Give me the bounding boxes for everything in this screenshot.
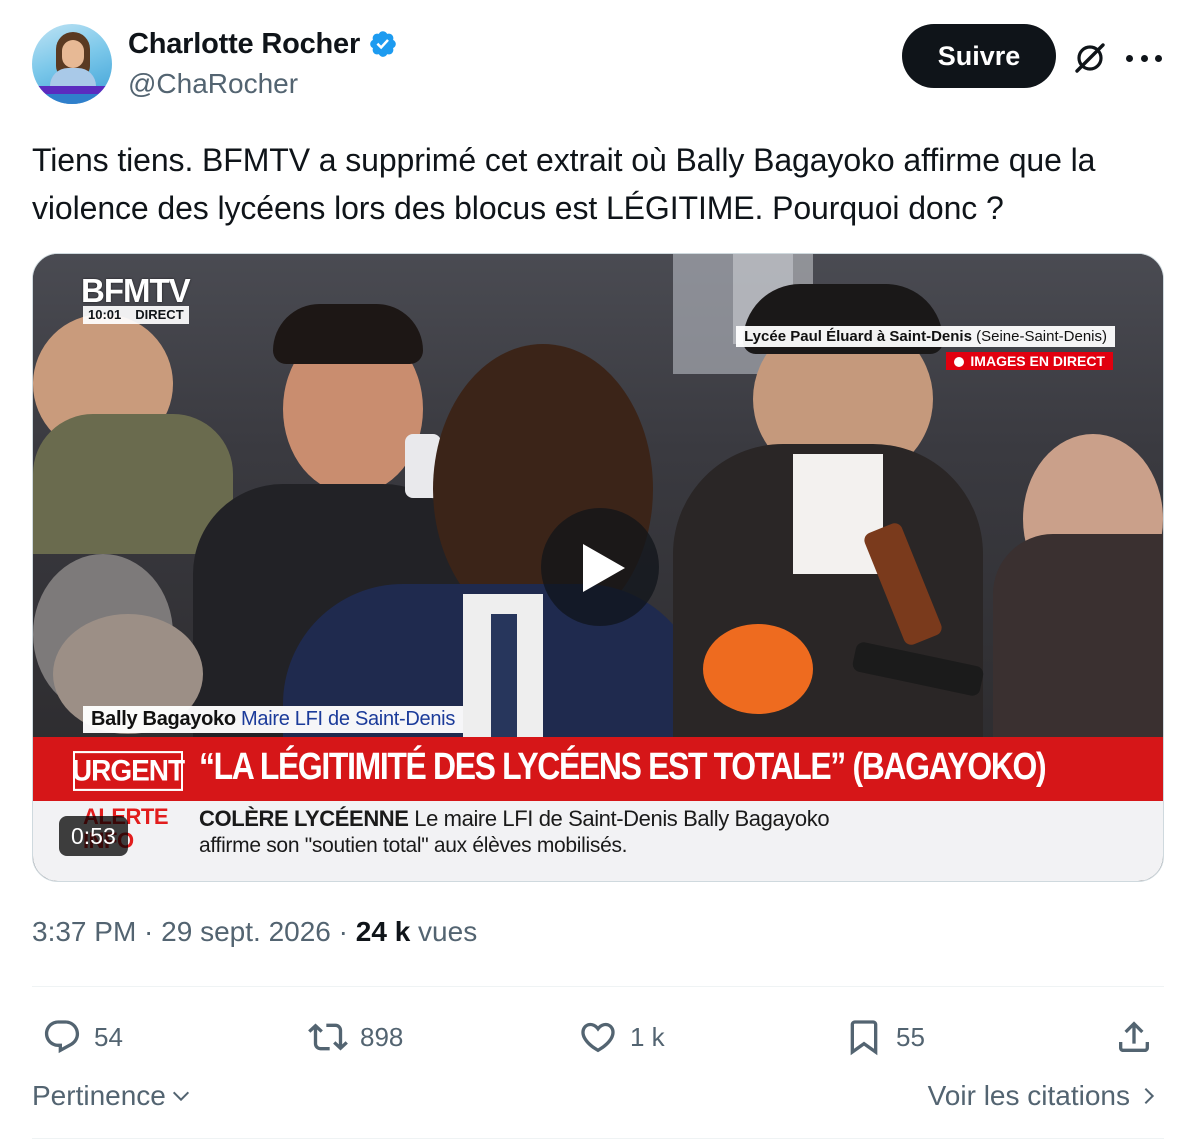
- divider: [32, 1138, 1164, 1139]
- broadcast-clock: 10:01: [88, 307, 122, 322]
- ticker-text: Le maire LFI de Saint-Denis Bally Bagayo…: [414, 806, 830, 831]
- urgent-headline: “LA LÉGITIMITÉ DES LYCÉENS EST TOTALE” (…: [199, 746, 1047, 788]
- share-icon: [1119, 1021, 1149, 1052]
- views-label: vues: [418, 916, 478, 947]
- location-sub: (Seine-Saint-Denis): [976, 328, 1107, 345]
- live-badge: IMAGES EN DIRECT: [946, 352, 1113, 370]
- location-caption: Lycée Paul Éluard à Saint-Denis (Seine-S…: [736, 326, 1115, 347]
- broadcast-time: 10:01 DIRECT: [83, 306, 189, 324]
- ticker-topic: COLÈRE LYCÉENNE: [199, 806, 409, 831]
- views-count: 24 k: [355, 916, 411, 947]
- reply-count: 54: [94, 1021, 123, 1052]
- play-button[interactable]: [541, 508, 659, 626]
- urgent-label: URGENT: [72, 751, 185, 791]
- play-icon: [583, 544, 625, 592]
- tweet-time[interactable]: 3:37 PM: [32, 916, 136, 947]
- speaker-name-tag: Bally Bagayoko Maire LFI de Saint-Denis: [83, 706, 464, 733]
- heart-icon: [581, 1022, 615, 1053]
- share-button[interactable]: [1114, 1010, 1154, 1064]
- retweet-count: 898: [360, 1021, 404, 1052]
- video-duration: 0:53: [59, 816, 128, 856]
- broadcast-direct: DIRECT: [135, 307, 184, 322]
- ticker-line-1: COLÈRE LYCÉENNE Le maire LFI de Saint-De…: [199, 806, 830, 832]
- verified-badge-icon: [370, 31, 396, 57]
- location-main: Lycée Paul Éluard à Saint-Denis: [744, 328, 972, 345]
- view-quotes-link[interactable]: Voir les citations: [928, 1080, 1158, 1112]
- video-player[interactable]: BFMTV 10:01 DIRECT Lycée Paul Éluard à S…: [32, 253, 1164, 882]
- speaker-role: Maire LFI de Saint-Denis: [241, 708, 456, 730]
- author-display-name[interactable]: Charlotte Rocher: [128, 28, 360, 61]
- grok-icon[interactable]: [1070, 38, 1110, 78]
- speaker-name: Bally Bagayoko: [91, 708, 236, 730]
- tweet-date[interactable]: 29 sept. 2026: [161, 916, 331, 947]
- bookmark-button[interactable]: 55: [844, 1010, 925, 1064]
- replies-sort-dropdown[interactable]: Pertinence: [32, 1080, 192, 1112]
- divider: [32, 986, 1164, 987]
- tweet-meta: 3:37 PM · 29 sept. 2026 · 24 k vues: [32, 916, 477, 948]
- bookmark-count: 55: [896, 1021, 925, 1052]
- like-count: 1 k: [630, 1021, 665, 1052]
- retweet-icon: [308, 1023, 348, 1051]
- bfmtv-logo: BFMTV: [81, 272, 191, 309]
- quotes-label: Voir les citations: [927, 1080, 1130, 1111]
- sort-label: Pertinence: [32, 1080, 166, 1111]
- meta-separator: ·: [136, 916, 162, 947]
- chevron-down-icon: [172, 1091, 189, 1102]
- ticker-line-2: affirme son "soutien total" aux élèves m…: [199, 834, 628, 857]
- retweet-button[interactable]: 898: [308, 1010, 403, 1064]
- author-handle[interactable]: @ChaRocher: [128, 68, 298, 100]
- meta-separator: ·: [330, 916, 356, 947]
- chevron-right-icon: [1144, 1087, 1155, 1105]
- follow-button[interactable]: Suivre: [902, 24, 1056, 88]
- tweet-text: Tiens tiens. BFMTV a supprimé cet extrai…: [32, 142, 1096, 226]
- action-bar: 54 898 1 k 55: [32, 1010, 1164, 1064]
- avatar[interactable]: [32, 24, 112, 104]
- reply-button[interactable]: 54: [42, 1010, 123, 1064]
- more-options-icon[interactable]: [1126, 40, 1162, 76]
- like-button[interactable]: 1 k: [578, 1010, 665, 1064]
- reply-icon: [44, 1020, 80, 1054]
- author-name-row[interactable]: Charlotte Rocher: [128, 26, 398, 62]
- bookmark-icon: [850, 1020, 878, 1056]
